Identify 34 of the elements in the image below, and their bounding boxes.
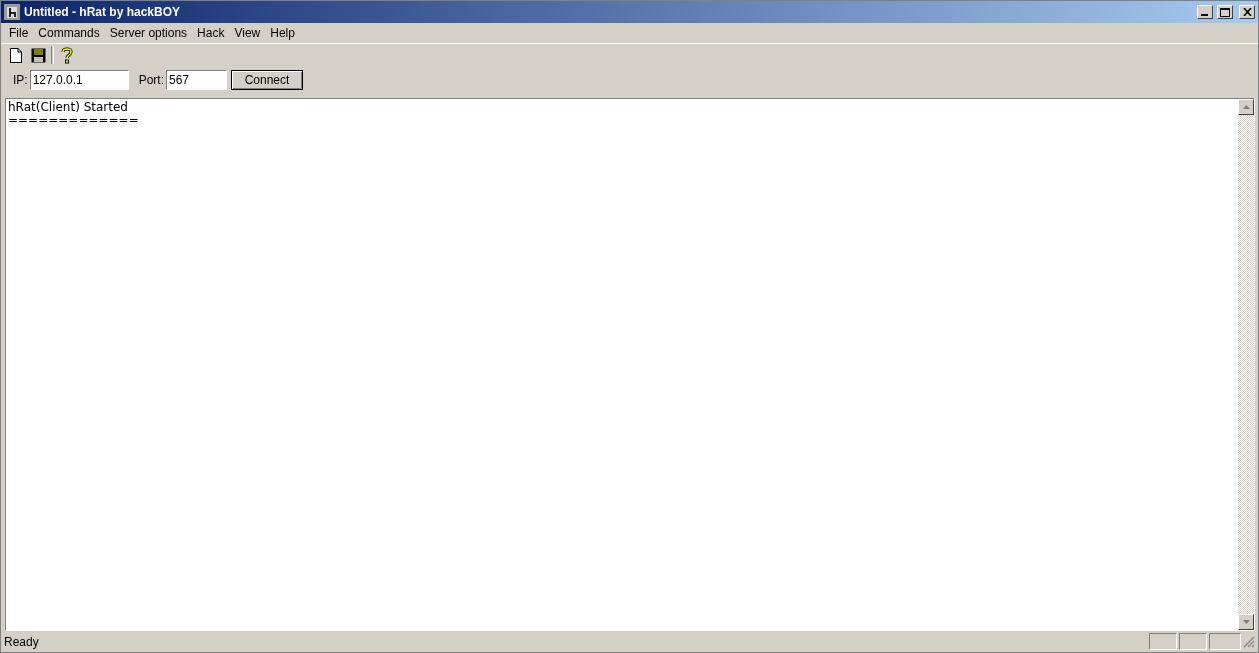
ip-label: IP: — [13, 73, 28, 87]
close-icon — [1242, 8, 1252, 16]
menu-item[interactable]: Help — [265, 26, 300, 40]
minimize-button[interactable] — [1197, 5, 1213, 19]
new-file-button[interactable] — [7, 46, 25, 64]
save-button[interactable] — [29, 46, 47, 64]
port-label: Port: — [138, 73, 164, 87]
maximize-icon — [1220, 7, 1230, 17]
menu-item[interactable]: File — [4, 26, 34, 40]
down-arrow-icon — [1242, 620, 1250, 624]
status-pane — [1209, 633, 1241, 650]
menu-item[interactable]: Hack — [192, 26, 230, 40]
maximize-button[interactable] — [1217, 5, 1233, 19]
log-line: ============= — [8, 114, 140, 127]
question-mark-icon — [61, 46, 73, 64]
status-pane — [1179, 633, 1207, 650]
up-arrow-icon — [1242, 105, 1250, 109]
scroll-down-button[interactable] — [1238, 614, 1254, 630]
menu-item[interactable]: Commands — [33, 26, 105, 40]
menu-item[interactable]: Server options — [104, 26, 193, 40]
close-button[interactable] — [1239, 5, 1255, 19]
log-line: hRat(Client) Started — [8, 101, 129, 114]
status-text: Ready — [4, 634, 40, 649]
status-pane — [1149, 633, 1177, 650]
port-field[interactable]: 567 — [166, 70, 227, 90]
connect-button[interactable]: Connect — [231, 70, 303, 90]
document-icon — [10, 47, 22, 63]
window-title: Untitled - hRat by hackBOY — [24, 5, 182, 19]
ip-field[interactable]: 127.0.0.1 — [29, 70, 129, 90]
resize-grip-icon — [1243, 635, 1255, 648]
scrollbar[interactable] — [1238, 99, 1254, 630]
app-icon — [4, 4, 20, 20]
menu-item[interactable]: View — [229, 26, 266, 40]
scroll-up-button[interactable] — [1238, 99, 1254, 115]
